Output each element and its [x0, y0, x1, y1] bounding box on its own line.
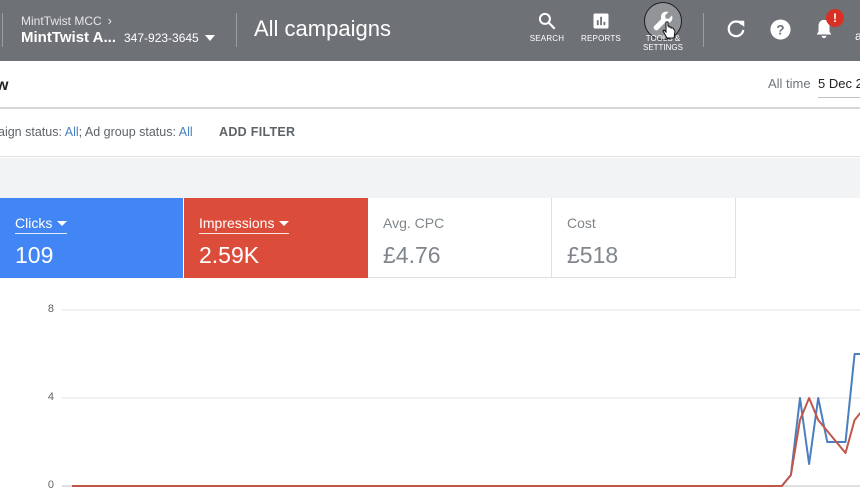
notification-badge: !	[826, 9, 844, 27]
metric-value: 109	[15, 242, 54, 268]
ad-group-status-label: Ad group status:	[84, 125, 176, 139]
metric-label[interactable]: Impressions	[199, 215, 290, 234]
manager-account-name: MintTwist MCC	[21, 13, 102, 28]
date-range-picker[interactable]: 5 Dec 2	[818, 76, 860, 91]
overview-title: w	[0, 77, 9, 94]
filter-separator: ;	[78, 125, 83, 139]
page-title: All campaigns	[254, 16, 391, 41]
metric-name: Avg. CPC	[383, 215, 445, 231]
toolbar-band	[0, 158, 860, 198]
header-divider	[703, 13, 704, 47]
series-line-impressions	[72, 397, 860, 487]
campaign-status-label: aign status:	[0, 125, 62, 139]
help-icon[interactable]: ?	[769, 18, 792, 41]
metric-value: £518	[567, 242, 619, 268]
metric-selector[interactable]: Clicks	[15, 215, 68, 234]
date-range-label: All time	[768, 76, 811, 91]
series-line-clicks	[72, 353, 860, 487]
header-divider	[236, 13, 237, 47]
svg-text:?: ?	[776, 22, 784, 37]
active-filters[interactable]: aign status: All; Ad group status: All	[0, 125, 193, 139]
search-label: SEARCH	[529, 34, 565, 43]
performance-chart: 8 4 0	[0, 292, 860, 492]
dropdown-caret-icon	[279, 220, 290, 226]
reports-label: REPORTS	[581, 34, 621, 43]
date-range-underline	[818, 97, 860, 98]
account-name: MintTwist A...	[21, 29, 116, 46]
metric-tile-avg-cpc[interactable]: Avg. CPC £4.76	[368, 198, 552, 278]
search-icon	[538, 12, 556, 30]
metric-tile-clicks[interactable]: Clicks 109	[0, 198, 183, 278]
y-tick-label: 0	[47, 479, 54, 491]
metric-tile-impressions[interactable]: Impressions 2.59K	[184, 198, 368, 278]
reports-icon	[593, 13, 609, 29]
hand-cursor-icon	[662, 21, 676, 39]
ad-group-status-value: All	[178, 125, 193, 139]
filter-bar: aign status: All; Ad group status: All A…	[0, 111, 860, 157]
campaign-status-value: All	[64, 125, 79, 139]
account-id: 347-923-3645	[124, 30, 199, 45]
tools-settings-label-line2: SETTINGS	[642, 43, 683, 52]
y-tick-label: 8	[47, 303, 54, 315]
y-tick-label: 4	[47, 391, 54, 403]
top-header: MintTwist MCC › MintTwist A... 347-923-3…	[0, 0, 860, 61]
metric-tile-cost[interactable]: Cost £518	[552, 198, 736, 278]
metric-name: Cost	[567, 215, 596, 231]
metric-label[interactable]: Clicks	[15, 215, 68, 234]
reports-button[interactable]: REPORTS	[580, 11, 622, 43]
metric-value: 2.59K	[199, 242, 260, 268]
add-filter-button[interactable]: ADD FILTER	[219, 125, 295, 139]
metric-name: Clicks	[15, 215, 53, 231]
metric-selector[interactable]: Impressions	[199, 215, 290, 234]
refresh-icon[interactable]	[725, 18, 747, 40]
chart-canvas	[62, 309, 860, 487]
chevron-right-icon: ›	[107, 13, 113, 28]
user-account-initial[interactable]: a	[855, 29, 860, 43]
dropdown-caret-icon	[204, 34, 215, 41]
search-button[interactable]: SEARCH	[529, 11, 565, 43]
manager-account-link[interactable]: MintTwist MCC ›	[21, 13, 112, 28]
dropdown-caret-icon	[57, 220, 68, 226]
header-divider	[2, 13, 3, 47]
metric-name: Impressions	[199, 215, 275, 231]
overview-header: w All time 5 Dec 2	[0, 61, 860, 109]
account-selector[interactable]: MintTwist A... 347-923-3645	[21, 29, 215, 46]
metric-value: £4.76	[383, 242, 441, 268]
